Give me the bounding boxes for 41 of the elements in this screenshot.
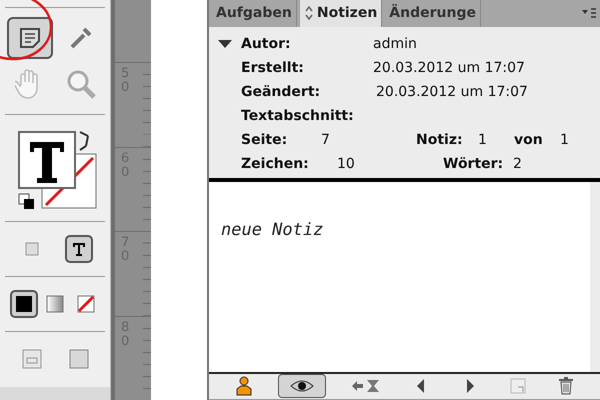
field-label: Zeichen: [241, 156, 310, 172]
field-value: 1 [478, 132, 488, 148]
text-icon [70, 241, 86, 257]
next-icon [464, 378, 475, 394]
field-value: 20.03.2012 um 17:07 [376, 84, 528, 100]
field-label: Seite: [241, 132, 288, 148]
field-value: 20.03.2012 um 17:07 [373, 60, 525, 76]
field-label: Wörter: [443, 156, 504, 172]
drag-handle-icon [304, 5, 314, 22]
trash-icon [558, 377, 574, 396]
expanded-triangle-icon[interactable] [217, 38, 233, 49]
solid-swatch-icon [14, 295, 33, 313]
normal-view-icon [20, 348, 42, 370]
field-value: admin [373, 36, 417, 52]
field-label: Geändert: [241, 84, 322, 100]
field-label: von [514, 132, 544, 148]
field-label: Textabschnitt: [241, 108, 354, 124]
previous-icon [416, 378, 426, 394]
no-color-swatch-icon [77, 295, 96, 313]
field-value: 7 [321, 132, 331, 148]
eye-icon [290, 379, 314, 394]
text-format-button[interactable] [64, 235, 92, 263]
field-value: 1 [560, 132, 569, 148]
field-label: Erstellt: [241, 60, 305, 76]
new-note-icon [510, 378, 526, 394]
preview-view-icon [68, 348, 90, 370]
note-tool-button[interactable] [6, 17, 52, 59]
gradient-swatch-icon [46, 295, 64, 313]
color-swatch-button[interactable] [10, 290, 38, 318]
field-label: Autor: [241, 36, 292, 52]
field-label: Notiz: [416, 132, 464, 148]
panel-menu-icon[interactable] [582, 7, 596, 20]
search-icon [64, 68, 96, 100]
eye-button[interactable] [278, 374, 326, 398]
field-value: 2 [513, 156, 522, 172]
panel-tab[interactable]: Notizen [300, 0, 382, 27]
arrow-hourglass-icon [351, 379, 382, 394]
person-icon [235, 376, 254, 396]
field-value: 10 [337, 156, 356, 172]
note-icon [18, 26, 42, 50]
square-icon [24, 242, 38, 256]
